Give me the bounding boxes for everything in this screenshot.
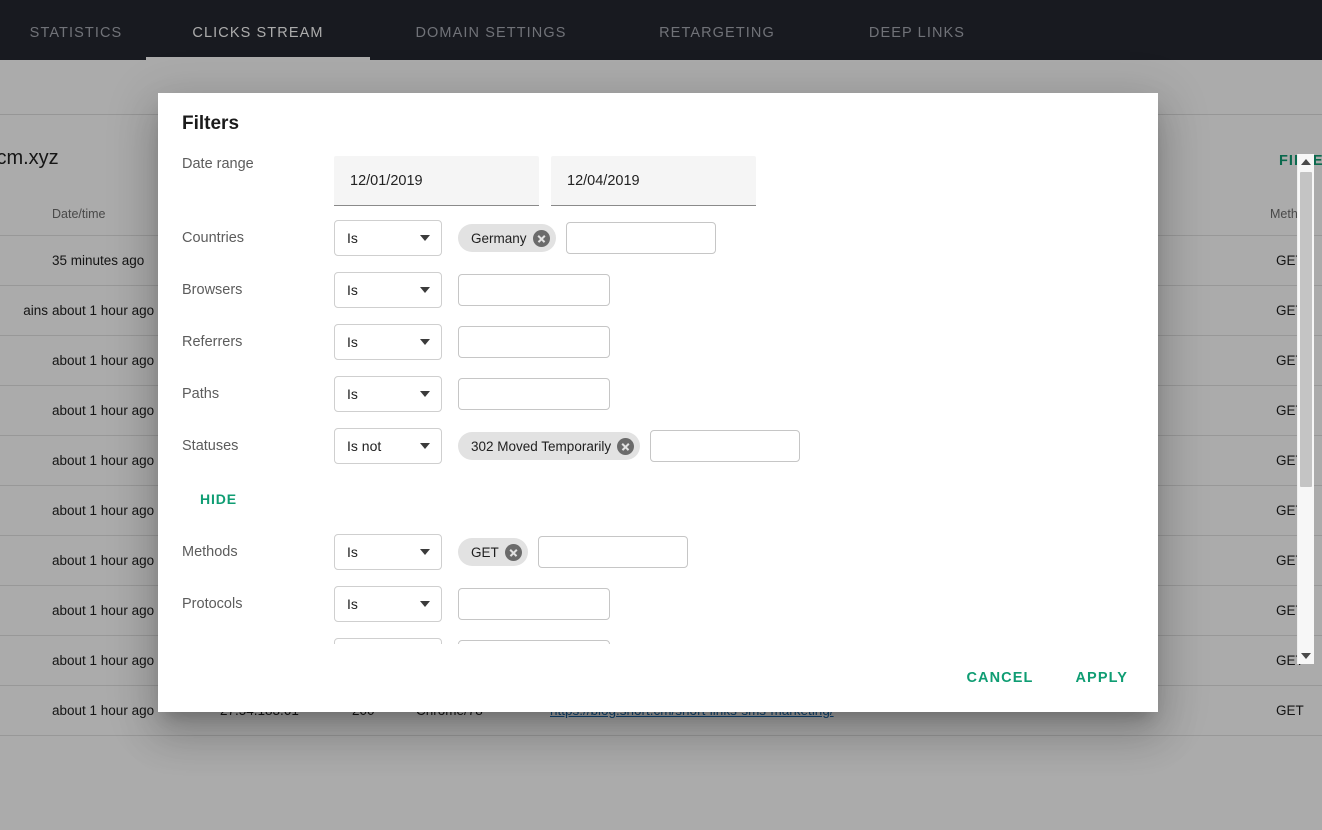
operator-select-value: Is [347, 596, 358, 612]
app-root: shortcm.xyz FILTERS Date/time Method 3 [0, 0, 1322, 830]
filters-dialog: Filters Date range Countries Is Germany Bro… [158, 93, 1158, 712]
filter-label-date-range: Date range [182, 156, 334, 172]
filter-row-methods: Methods Is GET [182, 526, 1158, 578]
filter-chip: 302 Moved Temporarily [458, 432, 640, 460]
hide-button[interactable]: HIDE [200, 491, 237, 507]
filter-row-date-range: Date range [182, 150, 1158, 212]
hide-row: HIDE [182, 472, 1158, 526]
operator-select-paths[interactable]: Is [334, 376, 442, 412]
filters-group-primary: CountriesIsGermanyBrowsersIsReferrersIsP… [182, 212, 1158, 472]
filter-row-referrers: Referrers Is [182, 316, 1158, 368]
filter-label-countries: Countries [182, 230, 334, 246]
chevron-down-icon [420, 549, 430, 555]
filter-label-protocols: Protocols [182, 596, 334, 612]
filter-chip-label: GET [471, 545, 499, 560]
date-from-input[interactable] [334, 156, 539, 206]
operator-select-methods[interactable]: Is [334, 534, 442, 570]
chevron-down-icon [420, 443, 430, 449]
filter-label-browsers: Browsers [182, 282, 334, 298]
filter-value-input-statuses[interactable] [650, 430, 800, 462]
dialog-scrollbar[interactable] [1297, 154, 1314, 664]
filter-label-methods: Methods [182, 544, 334, 560]
apply-button[interactable]: APPLY [1069, 669, 1134, 687]
operator-select-value: Is not [347, 438, 381, 454]
filter-chip: Germany [458, 224, 556, 252]
filter-label-statuses: Statuses [182, 438, 334, 454]
operator-select-countries[interactable]: Is [334, 220, 442, 256]
filter-value-input-methods[interactable] [538, 536, 688, 568]
operator-select-value: Is [347, 282, 358, 298]
filter-value-input-paths[interactable] [458, 378, 610, 410]
chevron-down-icon [420, 287, 430, 293]
operator-select-value: Is [347, 334, 358, 350]
filter-chip-label: Germany [471, 231, 527, 246]
chip-remove-icon[interactable] [533, 230, 550, 247]
operator-select-statuses[interactable]: Is not [334, 428, 442, 464]
date-to-input[interactable] [551, 156, 756, 206]
scroll-down-arrow-icon[interactable] [1298, 648, 1314, 664]
chevron-down-icon [420, 601, 430, 607]
scroll-up-arrow-icon[interactable] [1298, 154, 1314, 170]
dialog-scroll-area[interactable]: Date range CountriesIsGermanyBrowsersIsR… [158, 150, 1158, 662]
operator-select-browsers[interactable]: Is [334, 272, 442, 308]
operator-select-value: Is [347, 230, 358, 246]
filter-value-input-countries[interactable] [566, 222, 716, 254]
dialog-title: Filters [182, 113, 239, 135]
chip-remove-icon[interactable] [617, 438, 634, 455]
operator-select-value: Is [347, 544, 358, 560]
chevron-down-icon [420, 391, 430, 397]
operator-select-referrers[interactable]: Is [334, 324, 442, 360]
filter-row-protocols: Protocols Is [182, 578, 1158, 630]
operator-select-protocols[interactable]: Is [334, 586, 442, 622]
filter-row-paths: Paths Is [182, 368, 1158, 420]
filter-row-browsers: Browsers Is [182, 264, 1158, 316]
cancel-button[interactable]: CANCEL [960, 669, 1039, 687]
filters-group-secondary: MethodsIsGETProtocolsIsSocial networksIs [182, 526, 1158, 662]
scrollbar-thumb[interactable] [1300, 172, 1312, 487]
filter-chip: GET [458, 538, 528, 566]
chip-remove-icon[interactable] [505, 544, 522, 561]
filter-row-statuses: Statuses Is not 302 Moved Temporarily [182, 420, 1158, 472]
filter-label-referrers: Referrers [182, 334, 334, 350]
filter-value-input-referrers[interactable] [458, 326, 610, 358]
filter-row-countries: Countries Is Germany [182, 212, 1158, 264]
dialog-footer: CANCEL APPLY [158, 644, 1158, 712]
operator-select-value: Is [347, 386, 358, 402]
chevron-down-icon [420, 235, 430, 241]
dialog-form: Date range CountriesIsGermanyBrowsersIsR… [158, 150, 1158, 662]
filter-label-paths: Paths [182, 386, 334, 402]
chevron-down-icon [420, 339, 430, 345]
filter-value-input-protocols[interactable] [458, 588, 610, 620]
filter-chip-label: 302 Moved Temporarily [471, 439, 611, 454]
filter-value-input-browsers[interactable] [458, 274, 610, 306]
